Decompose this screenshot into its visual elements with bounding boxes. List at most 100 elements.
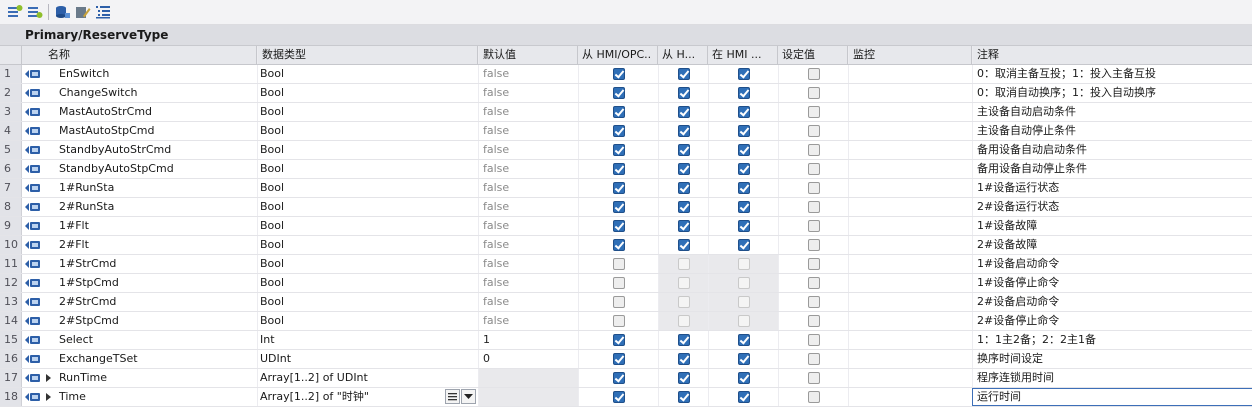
hmi-accessible-checkbox[interactable] <box>612 87 625 99</box>
expand-arrow-icon[interactable] <box>46 393 51 401</box>
hmi-accessible-checkbox[interactable] <box>612 277 625 289</box>
default-value-cell[interactable]: 0 <box>478 350 578 368</box>
table-row[interactable]: 18 Time Array[1..2] of "时钟" 运行时间 <box>0 388 1252 407</box>
default-value-cell[interactable]: false <box>478 255 578 273</box>
setpoint-cell[interactable] <box>778 160 848 178</box>
setpoint-checkbox[interactable] <box>807 163 820 175</box>
hmi-visible-cell[interactable] <box>708 84 778 102</box>
table-row[interactable]: 13 2#StrCmd Bool false 2#设备启动命令 <box>0 293 1252 312</box>
hmi-visible-cell[interactable] <box>708 103 778 121</box>
hmi-accessible-checkbox[interactable] <box>612 68 625 80</box>
setpoint-cell[interactable] <box>778 103 848 121</box>
hmi-visible-checkbox[interactable] <box>737 182 750 194</box>
comment-cell[interactable]: 0：取消主备互投；1：投入主备互投 <box>972 65 1252 83</box>
hmi-accessible-checkbox[interactable] <box>612 220 625 232</box>
type-cell[interactable]: Bool <box>257 312 478 330</box>
hmi-accessible-cell[interactable] <box>578 312 658 330</box>
name-cell[interactable]: Time <box>44 388 257 406</box>
type-cell[interactable]: Bool <box>257 217 478 235</box>
hmi-visible-checkbox[interactable] <box>737 239 750 251</box>
comment-cell[interactable]: 2#设备运行状态 <box>972 198 1252 216</box>
hmi-visible-checkbox[interactable] <box>737 353 750 365</box>
hmi-visible-checkbox[interactable] <box>737 372 750 384</box>
setpoint-cell[interactable] <box>778 84 848 102</box>
setpoint-cell[interactable] <box>778 350 848 368</box>
setpoint-cell[interactable] <box>778 331 848 349</box>
hmi-writable-checkbox[interactable] <box>677 372 690 384</box>
setpoint-cell[interactable] <box>778 369 848 387</box>
table-row[interactable]: 17 RunTime Array[1..2] of UDInt 程序连锁用时间 <box>0 369 1252 388</box>
hmi-accessible-cell[interactable] <box>578 331 658 349</box>
hmi-accessible-checkbox[interactable] <box>612 201 625 213</box>
table-row[interactable]: 1 EnSwitch Bool false 0：取消主备互投；1：投入主备互投 <box>0 65 1252 84</box>
name-cell[interactable]: StandbyAutoStrCmd <box>44 141 257 159</box>
header-hmi-visible[interactable]: 在 HMI ... <box>708 46 778 64</box>
hmi-visible-cell[interactable] <box>708 293 778 311</box>
hmi-accessible-cell[interactable] <box>578 198 658 216</box>
hmi-visible-cell[interactable] <box>708 236 778 254</box>
default-value-cell[interactable]: false <box>478 236 578 254</box>
setpoint-checkbox[interactable] <box>807 239 820 251</box>
comment-cell[interactable]: 主设备自动停止条件 <box>972 122 1252 140</box>
setpoint-checkbox[interactable] <box>807 106 820 118</box>
hmi-accessible-cell[interactable] <box>578 160 658 178</box>
hmi-accessible-checkbox[interactable] <box>612 372 625 384</box>
table-row[interactable]: 14 2#StpCmd Bool false 2#设备停止命令 <box>0 312 1252 331</box>
hmi-writable-cell[interactable] <box>658 331 708 349</box>
table-row[interactable]: 9 1#Flt Bool false 1#设备故障 <box>0 217 1252 236</box>
hmi-accessible-checkbox[interactable] <box>612 239 625 251</box>
hmi-visible-cell[interactable] <box>708 369 778 387</box>
list-view-button[interactable] <box>94 4 111 21</box>
default-value-cell[interactable]: false <box>478 141 578 159</box>
default-value-cell[interactable]: false <box>478 274 578 292</box>
header-name[interactable]: 名称 <box>22 46 257 64</box>
default-value-cell[interactable] <box>478 369 578 387</box>
comment-cell[interactable]: 1#设备启动命令 <box>972 255 1252 273</box>
hmi-writable-checkbox[interactable] <box>677 182 690 194</box>
hmi-writable-cell[interactable] <box>658 350 708 368</box>
default-value-cell[interactable]: false <box>478 179 578 197</box>
setpoint-checkbox[interactable] <box>807 334 820 346</box>
comment-cell[interactable]: 1：1主2备；2：2主1备 <box>972 331 1252 349</box>
hmi-visible-checkbox[interactable] <box>737 87 750 99</box>
setpoint-cell[interactable] <box>778 141 848 159</box>
hmi-accessible-checkbox[interactable] <box>612 296 625 308</box>
hmi-visible-cell[interactable] <box>708 350 778 368</box>
header-setpoint[interactable]: 设定值 <box>778 46 848 64</box>
hmi-accessible-checkbox[interactable] <box>612 258 625 270</box>
setpoint-cell[interactable] <box>778 236 848 254</box>
setpoint-checkbox[interactable] <box>807 201 820 213</box>
edit-button[interactable] <box>74 4 91 21</box>
hmi-visible-cell[interactable] <box>708 65 778 83</box>
hmi-accessible-cell[interactable] <box>578 65 658 83</box>
type-cell[interactable]: Bool <box>257 84 478 102</box>
insert-row-button[interactable] <box>6 4 23 21</box>
hmi-visible-checkbox[interactable] <box>737 334 750 346</box>
type-cell[interactable]: Int <box>257 331 478 349</box>
setpoint-cell[interactable] <box>778 65 848 83</box>
hmi-writable-checkbox[interactable] <box>677 68 690 80</box>
hmi-writable-checkbox[interactable] <box>677 125 690 137</box>
type-cell[interactable]: Bool <box>257 141 478 159</box>
comment-cell[interactable]: 1#设备故障 <box>972 217 1252 235</box>
comment-cell[interactable]: 程序连锁用时间 <box>972 369 1252 387</box>
setpoint-checkbox[interactable] <box>807 372 820 384</box>
setpoint-checkbox[interactable] <box>807 182 820 194</box>
setpoint-cell[interactable] <box>778 293 848 311</box>
setpoint-checkbox[interactable] <box>807 277 820 289</box>
type-cell[interactable]: Array[1..2] of UDInt <box>257 369 478 387</box>
table-row[interactable]: 11 1#StrCmd Bool false 1#设备启动命令 <box>0 255 1252 274</box>
hmi-visible-checkbox[interactable] <box>737 125 750 137</box>
name-cell[interactable]: 2#RunSta <box>44 198 257 216</box>
name-cell[interactable]: Select <box>44 331 257 349</box>
type-cell[interactable]: Bool <box>257 255 478 273</box>
hmi-writable-cell[interactable] <box>658 217 708 235</box>
expand-arrow-icon[interactable] <box>46 374 51 382</box>
hmi-writable-cell[interactable] <box>658 179 708 197</box>
comment-cell[interactable]: 1#设备运行状态 <box>972 179 1252 197</box>
hmi-visible-checkbox[interactable] <box>737 220 750 232</box>
default-value-cell[interactable]: 1 <box>478 331 578 349</box>
table-row[interactable]: 3 MastAutoStrCmd Bool false 主设备自动启动条件 <box>0 103 1252 122</box>
table-row[interactable]: 16 ExchangeTSet UDInt 0 换序时间设定 <box>0 350 1252 369</box>
comment-cell[interactable]: 0：取消自动换序；1：投入自动换序 <box>972 84 1252 102</box>
